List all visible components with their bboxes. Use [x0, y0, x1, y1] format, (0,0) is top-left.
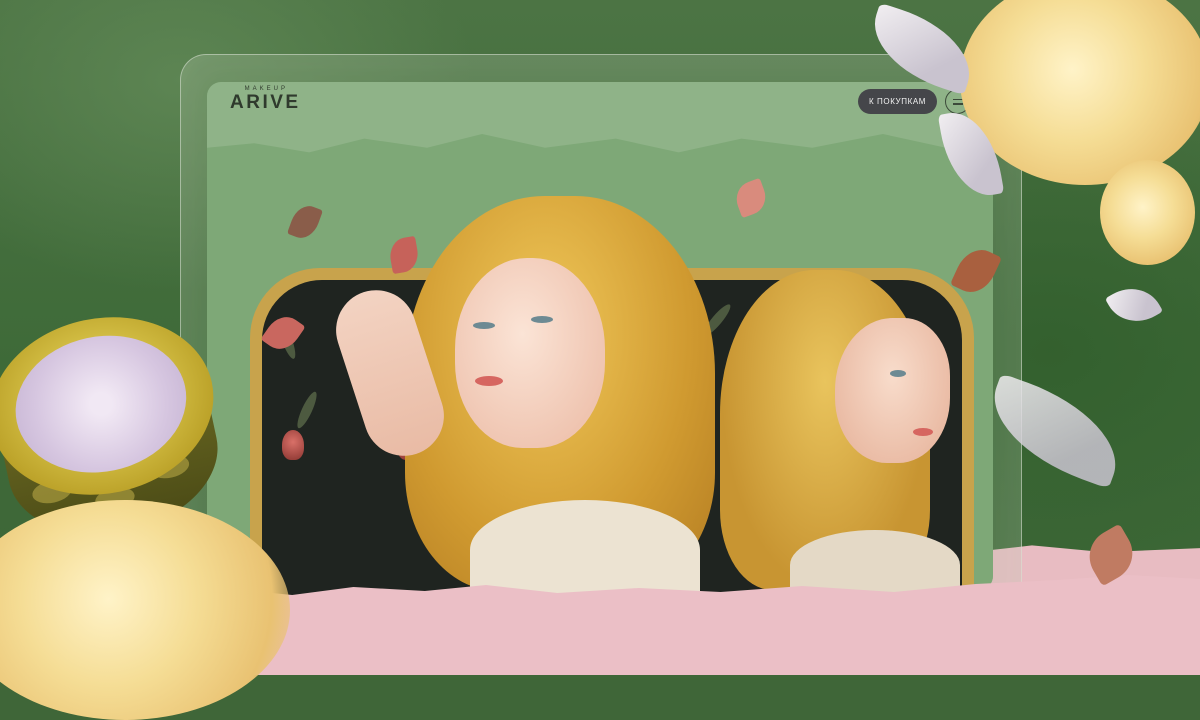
red-tulip [282, 430, 304, 460]
eye [890, 370, 906, 377]
menu-line [952, 98, 963, 100]
yellow-rose-bud [1100, 160, 1195, 265]
shop-button[interactable]: К ПОКУПКАМ [858, 89, 937, 114]
front-woman-face [455, 258, 605, 448]
eye [473, 322, 495, 329]
menu-line [952, 103, 963, 105]
dark-leaf [294, 389, 320, 431]
lips [913, 428, 933, 436]
brand-logo[interactable]: MAKEUP ARIVE [230, 86, 301, 114]
profile-woman-face [835, 318, 950, 463]
front-woman-dress [470, 500, 700, 600]
lips [475, 376, 503, 386]
brand-name: ARIVE [230, 92, 301, 113]
eye [531, 316, 553, 323]
